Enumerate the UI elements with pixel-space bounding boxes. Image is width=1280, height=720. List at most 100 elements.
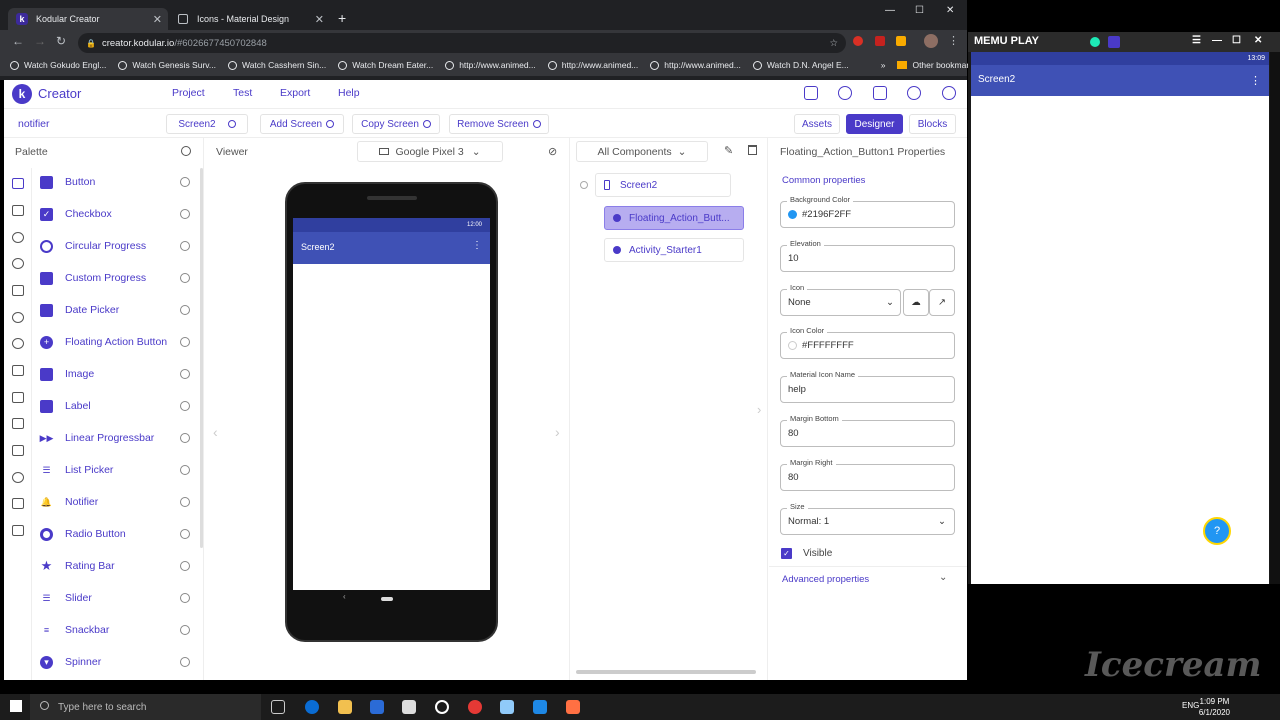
dynamic-category-icon[interactable] xyxy=(12,498,24,509)
palette-item-linear-progressbar[interactable]: ▶▶ Linear Progressbar xyxy=(40,427,190,449)
tree-node-activity-starter[interactable]: Activity_Starter1 xyxy=(604,238,744,262)
close-window-button[interactable]: ✕ xyxy=(946,5,954,16)
icon-select[interactable]: Icon None ⌄ xyxy=(780,283,901,316)
panel-next-arrow[interactable]: › xyxy=(757,402,761,417)
extension-icon[interactable] xyxy=(853,36,863,46)
info-icon[interactable] xyxy=(180,625,190,635)
monetization-category-icon[interactable] xyxy=(12,392,24,403)
info-icon[interactable] xyxy=(180,561,190,571)
search-icon[interactable] xyxy=(181,146,191,156)
bookmark-star-icon[interactable]: ☆ xyxy=(829,38,838,49)
info-icon[interactable] xyxy=(180,305,190,315)
palette-item-spinner[interactable]: ▾ Spinner xyxy=(40,651,190,673)
emulator-minimize-button[interactable]: — xyxy=(1212,35,1222,46)
viewer-next-arrow[interactable]: › xyxy=(555,424,560,440)
palette-item-circular-progress[interactable]: Circular Progress xyxy=(40,235,190,257)
screen-select[interactable]: Screen2 xyxy=(166,114,248,134)
horizontal-scrollbar[interactable] xyxy=(576,670,756,674)
palette-item-rating-bar[interactable]: ★ Rating Bar xyxy=(40,555,190,577)
emulator-menu-icon[interactable]: ☰ xyxy=(1192,35,1201,46)
bookmark-item[interactable]: http://www.animed... xyxy=(445,60,536,70)
palette-item-slider[interactable]: ☰ Slider xyxy=(40,587,190,609)
bookmarks-overflow-button[interactable]: » xyxy=(881,60,886,70)
info-icon[interactable] xyxy=(180,177,190,187)
sensors-category-icon[interactable] xyxy=(12,312,24,323)
tree-node-floating-action-button[interactable]: Floating_Action_Butt... xyxy=(604,206,744,230)
bookmark-item[interactable]: Watch Casshern Sin... xyxy=(228,60,326,70)
memu-icon[interactable] xyxy=(533,700,547,714)
info-icon[interactable] xyxy=(180,593,190,603)
chrome-icon[interactable] xyxy=(468,700,482,714)
menu-project[interactable]: Project xyxy=(172,87,205,99)
pdf-extension-icon[interactable] xyxy=(875,36,885,46)
floating-action-button[interactable]: ? xyxy=(1203,517,1231,545)
other-bookmarks[interactable]: Other bookmarks xyxy=(897,60,978,70)
palette-item-floating-action-button[interactable]: + Floating Action Button xyxy=(40,331,190,353)
info-icon[interactable] xyxy=(180,497,190,507)
palette-item-date-picker[interactable]: Date Picker xyxy=(40,299,190,321)
material-icon-name-field[interactable]: Material Icon Name help xyxy=(780,370,955,403)
task-view-icon[interactable] xyxy=(271,700,285,714)
media-category-icon[interactable] xyxy=(12,232,24,243)
edge-icon[interactable] xyxy=(305,700,319,714)
taskbar-clock[interactable]: 1:09 PM 6/1/2020 xyxy=(1199,696,1230,718)
profile-avatar[interactable] xyxy=(924,34,938,48)
feed-category-icon[interactable] xyxy=(12,445,24,456)
size-select[interactable]: Size Normal: 1 ⌄ xyxy=(780,502,955,535)
copy-screen-button[interactable]: Copy Screen xyxy=(352,114,440,134)
palette-item-label[interactable]: Label xyxy=(40,395,190,417)
taskbar-search[interactable]: Type here to search xyxy=(30,694,261,720)
connectivity-category-icon[interactable] xyxy=(12,418,24,429)
app-icon[interactable] xyxy=(1090,37,1100,47)
info-icon[interactable] xyxy=(180,433,190,443)
folder-icon[interactable] xyxy=(804,86,818,100)
margin-bottom-field[interactable]: Margin Bottom 80 xyxy=(780,414,955,447)
new-tab-button[interactable]: + xyxy=(338,10,346,26)
storage-category-icon[interactable] xyxy=(12,365,24,376)
hide-components-icon[interactable]: ⊘ xyxy=(548,145,557,158)
dollar-icon[interactable] xyxy=(907,86,921,100)
info-icon[interactable] xyxy=(180,337,190,347)
tree-node-screen2[interactable]: Screen2 xyxy=(595,173,731,197)
info-icon[interactable] xyxy=(180,209,190,219)
upload-icon-button[interactable]: ☁ xyxy=(903,289,929,316)
maximize-button[interactable]: ☐ xyxy=(915,5,924,16)
windows-start-icon[interactable] xyxy=(10,700,22,712)
menu-test[interactable]: Test xyxy=(233,87,252,99)
browser-menu-icon[interactable]: ⋮ xyxy=(948,34,959,47)
tab-assets[interactable]: Assets xyxy=(794,114,840,134)
palette-item-notifier[interactable]: 🔔 Notifier xyxy=(40,491,190,513)
icecream-recorder-icon[interactable] xyxy=(566,700,580,714)
info-icon[interactable] xyxy=(180,657,190,667)
tab-designer[interactable]: Designer xyxy=(846,114,903,134)
tab-kodular-creator[interactable]: k Kodular Creator ✕ xyxy=(8,8,168,30)
common-properties-header[interactable]: Common properties xyxy=(782,175,865,186)
bookmark-item[interactable]: Watch Gokudo Engl... xyxy=(10,60,106,70)
user-interface-category-icon[interactable] xyxy=(12,178,24,189)
palette-item-custom-progress[interactable]: Custom Progress xyxy=(40,267,190,289)
store-icon[interactable] xyxy=(370,700,384,714)
bookmark-item[interactable]: Watch Dream Eater... xyxy=(338,60,433,70)
open-icon-button[interactable]: ↗ xyxy=(929,289,955,316)
kodular-companion-icon[interactable] xyxy=(1108,36,1120,48)
advanced-properties-header[interactable]: Advanced properties xyxy=(782,574,869,585)
palette-item-list-picker[interactable]: ☰ List Picker xyxy=(40,459,190,481)
bookmark-item[interactable]: http://www.animed... xyxy=(547,60,638,70)
account-icon[interactable] xyxy=(942,86,956,100)
palette-item-radio-button[interactable]: Radio Button xyxy=(40,523,190,545)
extension-icon[interactable] xyxy=(896,36,906,46)
google-category-icon[interactable] xyxy=(12,472,24,483)
social-category-icon[interactable] xyxy=(12,338,24,349)
info-icon[interactable] xyxy=(180,529,190,539)
palette-item-button[interactable]: Button xyxy=(40,171,190,193)
bookmark-item[interactable]: Watch D.N. Angel E... xyxy=(752,60,849,70)
library-icon[interactable] xyxy=(873,86,887,100)
mail-icon[interactable] xyxy=(402,700,416,714)
remove-screen-button[interactable]: Remove Screen xyxy=(449,114,549,134)
emulator-screen[interactable]: 13:09 Screen2 ⋮ ? xyxy=(971,52,1269,584)
app-icon[interactable] xyxy=(435,700,449,714)
chevron-down-icon[interactable]: ⌄ xyxy=(939,572,947,583)
palette-item-checkbox[interactable]: ✓ Checkbox xyxy=(40,203,190,225)
tab-close-icon[interactable]: ✕ xyxy=(153,13,162,26)
maps-category-icon[interactable] xyxy=(12,285,24,296)
